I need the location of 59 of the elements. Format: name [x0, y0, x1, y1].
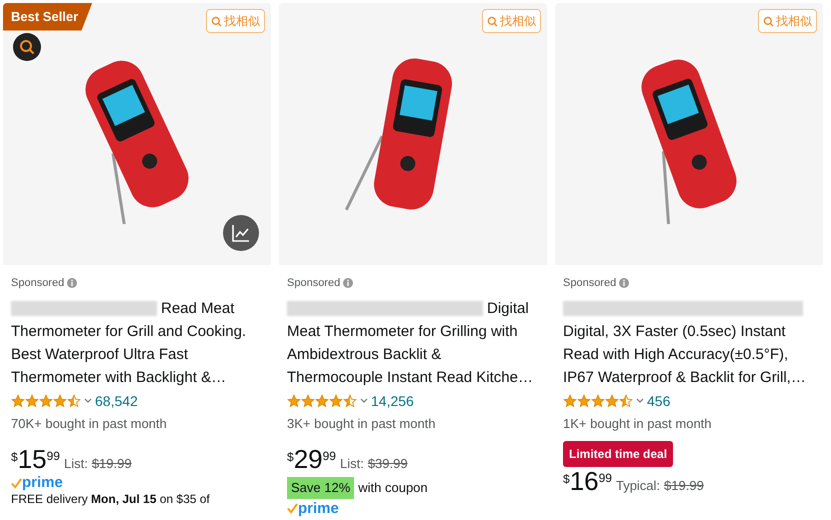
star-icon	[287, 394, 301, 408]
list-price: $19.99	[92, 454, 132, 472]
star-icon	[25, 394, 39, 408]
search-icon	[487, 16, 498, 26]
search-icon	[19, 39, 35, 55]
bought-count: 3K+ bought in past month	[287, 414, 437, 433]
list-price-label: List:	[340, 454, 364, 472]
prime-logo: prime	[298, 500, 339, 516]
star-icon	[67, 394, 81, 408]
list-price: $39.99	[368, 454, 408, 472]
delivery-text: FREE delivery Mon, Jul 15 on $35 of	[11, 492, 211, 506]
coupon-badge: Save 12%	[287, 477, 354, 498]
list-price-label: Typical:	[616, 476, 660, 495]
review-count-link[interactable]: 68,542	[95, 390, 138, 412]
product-title[interactable]: Read Meat Thermometer for Grill and Cooking. Best Waterproof Ultra Fast Thermometer with Backlight &…	[11, 296, 263, 388]
chart-button[interactable]	[223, 215, 259, 251]
chevron-down-icon[interactable]	[636, 398, 644, 404]
product-title[interactable]: Digital, 3X Faster (0.5sec) Instant Read with High Accuracy(±0.5°F), IP67 Waterproof & Backlit for Grill,…	[563, 320, 815, 388]
star-icon	[591, 394, 605, 408]
star-icon	[39, 394, 53, 408]
star-icon	[563, 394, 577, 408]
star-icon	[329, 394, 343, 408]
star-icon	[53, 394, 67, 408]
info-icon[interactable]	[343, 278, 354, 288]
star-icon	[577, 394, 591, 408]
star-icon	[605, 394, 619, 408]
search-icon	[763, 16, 774, 26]
star-icon	[315, 394, 329, 408]
list-price-label: List:	[64, 454, 88, 472]
prime-logo: prime	[22, 475, 63, 491]
chevron-down-icon[interactable]	[84, 398, 92, 404]
best-seller-badge: Best Seller	[3, 3, 92, 30]
bought-count: 70K+ bought in past month	[11, 414, 168, 433]
bought-count: 1K+ bought in past month	[563, 414, 713, 433]
star-rating[interactable]	[11, 394, 81, 408]
sponsored-label[interactable]: Sponsored	[287, 275, 340, 292]
star-icon	[619, 394, 633, 408]
star-icon	[343, 394, 357, 408]
star-rating[interactable]	[563, 394, 633, 408]
deal-badge: Limited time deal	[563, 441, 674, 467]
search-icon	[211, 16, 222, 26]
lens-button[interactable]	[13, 33, 41, 61]
review-count-link[interactable]: 456	[647, 390, 670, 412]
star-icon	[301, 394, 315, 408]
review-count-link[interactable]: 14,256	[371, 390, 414, 412]
star-rating[interactable]	[287, 394, 357, 408]
info-icon[interactable]	[67, 278, 78, 288]
coupon-text: with coupon	[358, 479, 428, 497]
sponsored-label[interactable]: Sponsored	[11, 275, 64, 292]
product-title[interactable]: Digital Meat Thermometer for Grilling with Ambidextrous Backlit & Thermocouple Instant Read Kitche…	[287, 296, 539, 388]
list-price: $19.99	[664, 476, 704, 494]
sponsored-label[interactable]: Sponsored	[563, 275, 616, 292]
check-icon	[287, 503, 298, 514]
check-icon	[11, 478, 22, 488]
product-photo[interactable]: Best Seller 找相似	[3, 3, 271, 265]
star-icon	[11, 394, 25, 408]
chart-icon	[231, 223, 251, 243]
chevron-down-icon[interactable]	[360, 398, 368, 404]
info-icon[interactable]	[619, 278, 630, 288]
